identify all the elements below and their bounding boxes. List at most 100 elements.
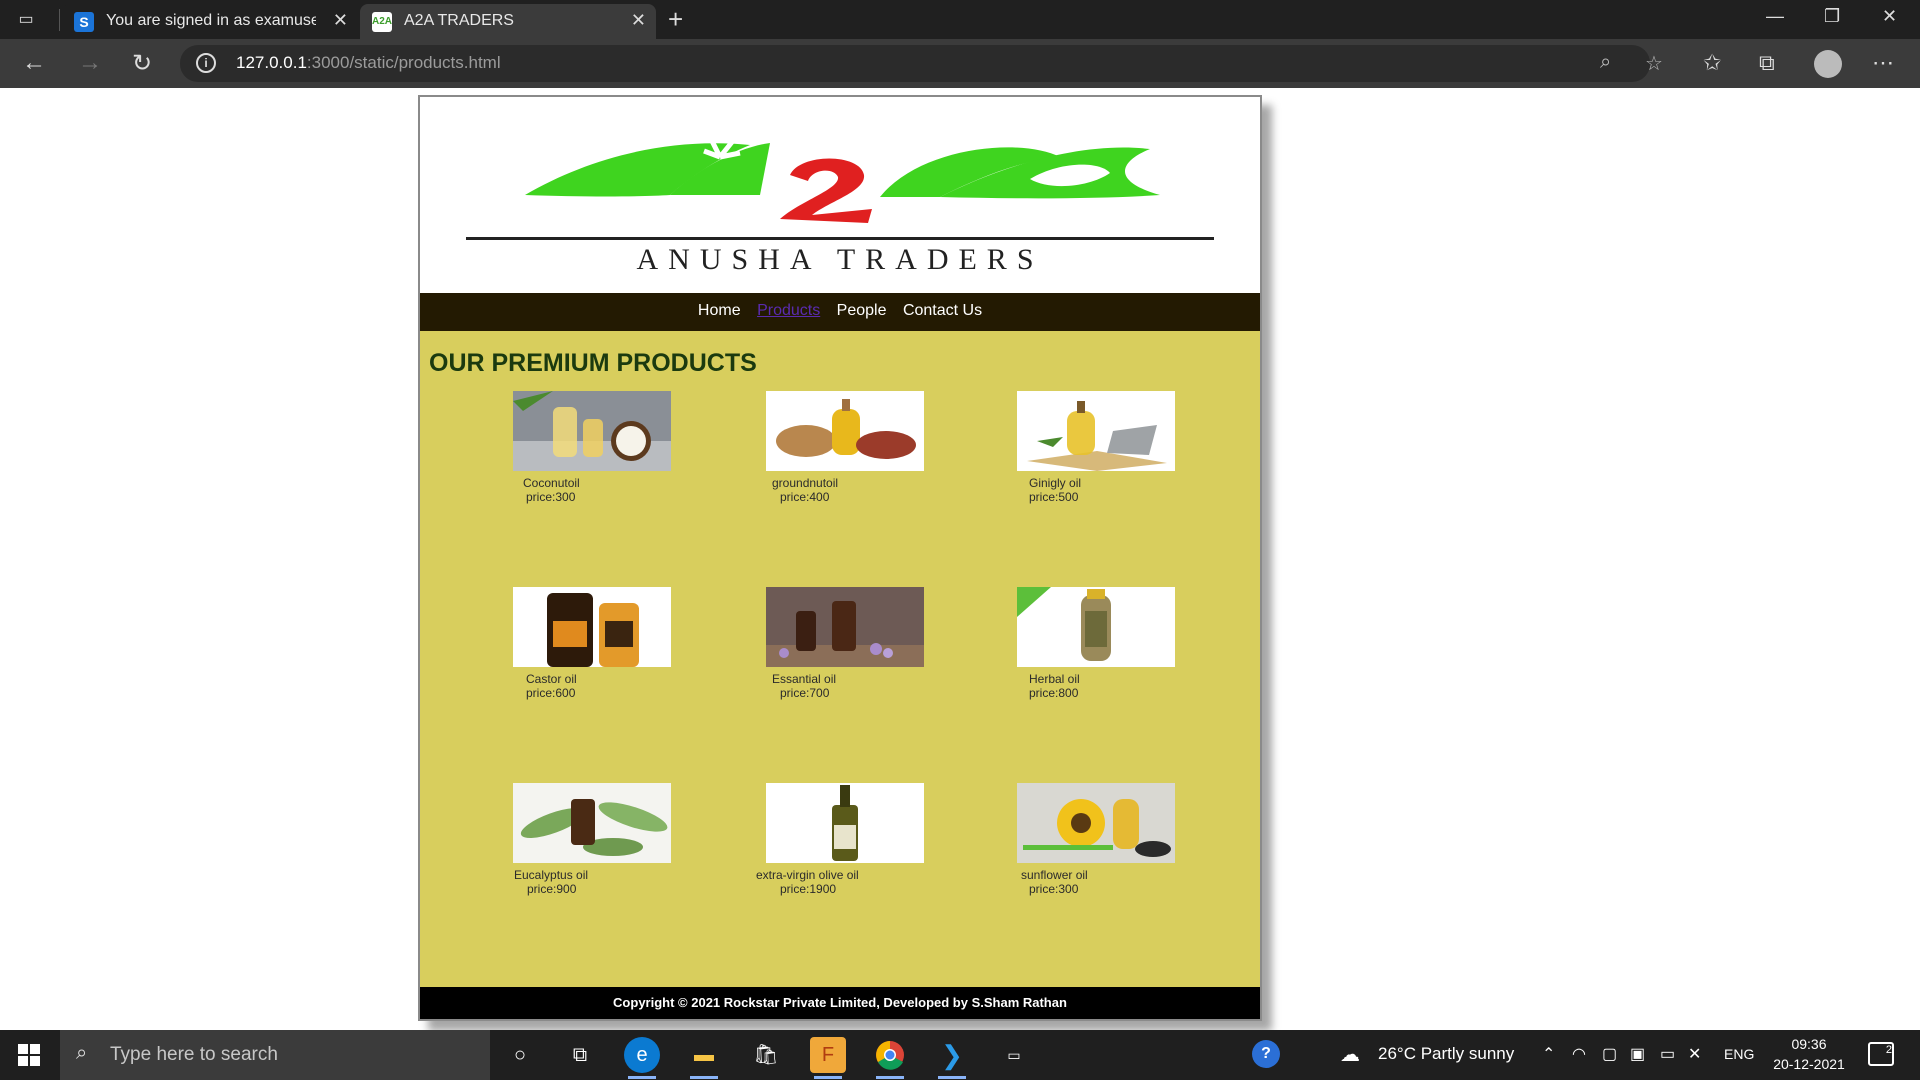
nav-people[interactable]: People xyxy=(837,302,887,319)
groundnut-oil-image xyxy=(766,391,924,471)
product-card[interactable]: sunflower oil price:300 xyxy=(1017,783,1177,896)
sharepoint-favicon-icon: S xyxy=(74,12,94,32)
product-card[interactable]: Ginigly oil price:500 xyxy=(1017,391,1177,504)
wifi-icon[interactable]: ◠ xyxy=(1572,1044,1586,1064)
product-price: price:300 xyxy=(1029,882,1079,896)
products-section: OUR PREMIUM PRODUCTS Coconutoil price:30… xyxy=(420,331,1260,987)
product-card[interactable]: extra-virgin olive oil price:1900 xyxy=(756,783,936,896)
product-price: price:600 xyxy=(526,686,576,700)
sunflower-oil-image xyxy=(1017,783,1175,863)
edge-icon[interactable]: e xyxy=(624,1037,660,1079)
address-toolbar: ← → ↻ i 127.0.0.1:3000/static/products.h… xyxy=(0,39,1920,88)
product-name: Castor oil xyxy=(526,672,577,686)
show-hidden-icons[interactable]: ⌃ xyxy=(1542,1044,1555,1064)
language-indicator[interactable]: ENG xyxy=(1724,1046,1754,1062)
product-price: price:500 xyxy=(1029,490,1079,504)
site-container: ANUSHA TRADERS Home Products People Cont… xyxy=(418,95,1262,1021)
back-icon[interactable]: ← xyxy=(22,49,46,77)
product-name: Ginigly oil xyxy=(1029,476,1082,490)
profile-avatar[interactable] xyxy=(1814,50,1842,78)
product-price: price:300 xyxy=(526,490,576,504)
clock[interactable]: 09:36 20-12-2021 xyxy=(1764,1034,1854,1074)
site-info-icon[interactable]: i xyxy=(196,53,216,73)
product-card[interactable]: Eucalyptus oil price:900 xyxy=(513,783,673,896)
coconut-oil-image xyxy=(513,391,671,471)
taskbar-search-input[interactable]: ⌕ Type here to search xyxy=(60,1030,490,1080)
url-text[interactable]: 127.0.0.1:3000/static/products.html xyxy=(236,53,501,73)
notifications-icon[interactable]: 2 xyxy=(1868,1042,1894,1066)
file-explorer-icon[interactable]: ▬ xyxy=(686,1037,722,1079)
product-price: price:400 xyxy=(780,490,830,504)
search-placeholder: Type here to search xyxy=(110,1044,278,1065)
microsoft-store-icon[interactable]: 🛍 xyxy=(748,1037,784,1073)
product-name: Herbal oil xyxy=(1029,672,1080,686)
product-card[interactable]: Coconutoil price:300 xyxy=(513,391,673,504)
essential-oil-image xyxy=(766,587,924,667)
product-name: Eucalyptus oil xyxy=(514,868,589,882)
product-name: groundnutoil xyxy=(772,476,839,490)
close-tab-icon[interactable]: ✕ xyxy=(333,10,348,31)
logo-tagline: ANUSHA TRADERS xyxy=(637,243,1044,276)
new-tab-icon[interactable]: + xyxy=(668,4,683,35)
address-bar[interactable]: i 127.0.0.1:3000/static/products.html ⌕ … xyxy=(180,45,1663,82)
product-card[interactable]: Essantial oil price:700 xyxy=(766,587,926,700)
tab-signed-in[interactable]: S You are signed in as examuser13 ✕ xyxy=(62,4,358,39)
windows-start-icon[interactable] xyxy=(18,1044,40,1066)
notification-count: 2 xyxy=(1885,1044,1892,1056)
page-title: OUR PREMIUM PRODUCTS xyxy=(429,349,757,377)
product-name: sunflower oil xyxy=(1021,868,1088,882)
eucalyptus-oil-image xyxy=(513,783,671,863)
windows-taskbar: ⌕ Type here to search ○ ⧉ e ▬ 🛍 F ❯ ▭ ? … xyxy=(0,1030,1920,1080)
more-menu-icon[interactable]: ⋯ xyxy=(1872,50,1894,76)
task-view-icon[interactable]: ⧉ xyxy=(562,1037,598,1073)
help-icon[interactable]: ? xyxy=(1252,1040,1280,1068)
site-logo: ANUSHA TRADERS xyxy=(420,97,1260,293)
herbal-oil-image xyxy=(1017,587,1175,667)
collections-icon[interactable]: ⧉ xyxy=(1759,50,1775,76)
a2a-favicon-icon: A2A xyxy=(372,12,392,32)
product-price: price:700 xyxy=(780,686,830,700)
product-name: Essantial oil xyxy=(772,672,837,686)
weather-text[interactable]: 26°C Partly sunny xyxy=(1378,1044,1514,1064)
close-tab-icon[interactable]: ✕ xyxy=(631,10,646,31)
add-favorite-icon[interactable]: ☆ xyxy=(1645,51,1663,76)
product-name: Coconutoil xyxy=(523,476,580,490)
browser-tab-bar: ▭ S You are signed in as examuser13 ✕ A2… xyxy=(0,0,1920,39)
volume-muted-icon[interactable]: ✕ xyxy=(1688,1044,1701,1064)
terminal-icon[interactable]: ▭ xyxy=(996,1037,1032,1073)
tab-title: You are signed in as examuser13 xyxy=(106,12,316,29)
minimize-icon[interactable]: — xyxy=(1766,6,1784,27)
nav-home[interactable]: Home xyxy=(698,302,741,319)
olive-oil-image xyxy=(766,783,924,863)
product-card[interactable]: Castor oil price:600 xyxy=(513,587,673,700)
product-card[interactable]: groundnutoil price:400 xyxy=(766,391,926,504)
tab-a2a-traders[interactable]: A2A A2A TRADERS ✕ xyxy=(360,4,656,39)
tab-actions-icon[interactable]: ▭ xyxy=(14,8,38,32)
vscode-icon[interactable]: ❯ xyxy=(934,1037,970,1079)
forward-icon[interactable]: → xyxy=(78,49,102,77)
search-icon: ⌕ xyxy=(76,1042,88,1064)
clock-time: 09:36 xyxy=(1791,1036,1827,1052)
nav-products[interactable]: Products xyxy=(757,302,820,319)
page-viewport: ANUSHA TRADERS Home Products People Cont… xyxy=(0,88,1920,1030)
clock-date: 20-12-2021 xyxy=(1773,1056,1845,1072)
meet-now-icon[interactable]: ▢ xyxy=(1602,1044,1617,1064)
display-icon[interactable]: ▣ xyxy=(1630,1044,1645,1064)
battery-icon[interactable]: ▭ xyxy=(1660,1044,1675,1064)
restore-icon[interactable]: ❐ xyxy=(1824,6,1840,27)
favorites-icon[interactable]: ✩ xyxy=(1703,50,1721,76)
nav-contact-us[interactable]: Contact Us xyxy=(903,302,982,319)
product-price: price:800 xyxy=(1029,686,1079,700)
weather-icon[interactable]: ☁ xyxy=(1340,1042,1360,1067)
close-window-icon[interactable]: ✕ xyxy=(1882,6,1897,27)
reload-icon[interactable]: ↻ xyxy=(132,49,152,78)
product-price: price:900 xyxy=(527,882,577,896)
zoom-icon[interactable]: ⌕ xyxy=(1600,51,1611,74)
cortana-icon[interactable]: ○ xyxy=(502,1037,538,1073)
tab-title: A2A TRADERS xyxy=(404,12,514,29)
chrome-icon[interactable] xyxy=(872,1037,908,1079)
product-price: price:1900 xyxy=(780,882,837,896)
foxit-icon[interactable]: F xyxy=(810,1037,846,1079)
product-card[interactable]: Herbal oil price:800 xyxy=(1017,587,1177,700)
site-nav: Home Products People Contact Us xyxy=(420,293,1260,331)
